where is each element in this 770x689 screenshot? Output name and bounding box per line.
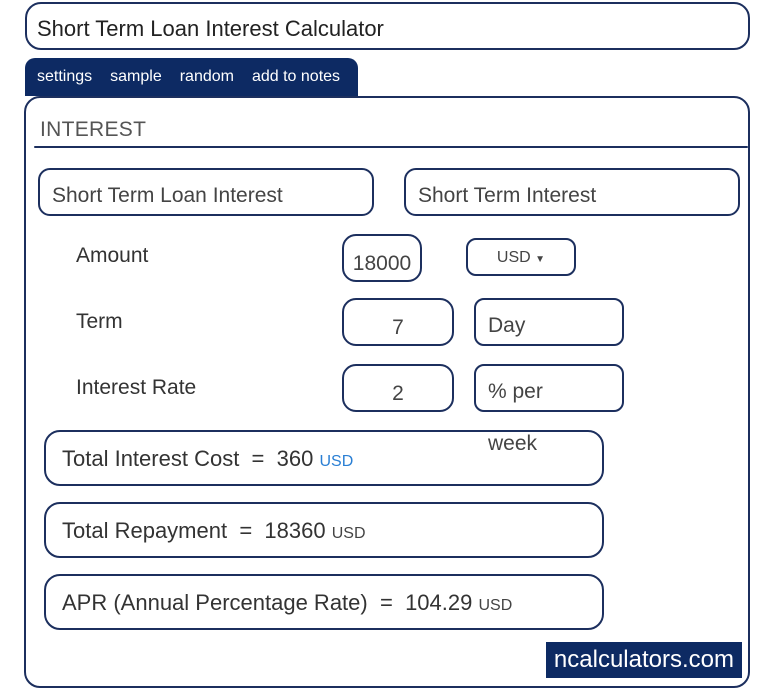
amount-input[interactable]: 18000 xyxy=(342,234,422,282)
term-input[interactable]: 7 xyxy=(342,298,454,346)
result-unit: USD xyxy=(478,597,513,614)
rate-unit-select[interactable]: % per xyxy=(474,364,624,412)
section-divider xyxy=(34,146,748,148)
interest-type-select[interactable]: Short Term Interest xyxy=(404,168,740,216)
tab-add-to-notes[interactable]: add to notes xyxy=(246,58,346,96)
equals-sign: = xyxy=(239,518,253,543)
tab-random[interactable]: random xyxy=(174,58,240,96)
page-title: Short Term Loan Interest Calculator xyxy=(37,16,384,41)
equals-sign: = xyxy=(251,446,265,471)
tab-settings[interactable]: settings xyxy=(31,58,98,96)
result-label: Total Interest Cost xyxy=(62,446,240,471)
term-unit-select[interactable]: Day xyxy=(474,298,624,346)
brand-logo[interactable]: ncalculators.com xyxy=(545,642,742,678)
rate-unit-overflow-text: week xyxy=(488,432,538,455)
currency-value: USD xyxy=(496,249,531,266)
calculator-type-select[interactable]: Short Term Loan Interest xyxy=(38,168,374,216)
result-label: Total Repayment xyxy=(62,518,228,543)
result-value: 360 xyxy=(276,446,314,471)
result-unit-link[interactable]: USD xyxy=(319,453,353,470)
result-label: APR (Annual Percentage Rate) xyxy=(62,590,368,615)
chevron-down-icon: ▼ xyxy=(535,254,546,265)
tab-bar: settings sample random add to notes xyxy=(25,58,359,96)
result-value: 18360 xyxy=(264,518,326,543)
term-label: Term xyxy=(76,310,123,333)
calculator-panel: INTEREST Short Term Loan Interest Short … xyxy=(24,96,750,688)
section-title: INTEREST xyxy=(40,118,147,141)
result-unit: USD xyxy=(331,525,366,542)
result-value: 104.29 xyxy=(405,590,473,615)
title-bar: Short Term Loan Interest Calculator xyxy=(25,2,750,50)
interest-rate-label: Interest Rate xyxy=(76,376,197,399)
equals-sign: = xyxy=(379,590,393,615)
tab-sample[interactable]: sample xyxy=(104,58,168,96)
currency-dropdown[interactable]: USD ▼ xyxy=(466,238,576,276)
result-apr: APR (Annual Percentage Rate) = 104.29 US… xyxy=(44,574,604,630)
interest-rate-input[interactable]: 2 xyxy=(342,364,454,412)
result-total-repayment: Total Repayment = 18360 USD xyxy=(44,502,604,558)
amount-label: Amount xyxy=(76,244,149,267)
